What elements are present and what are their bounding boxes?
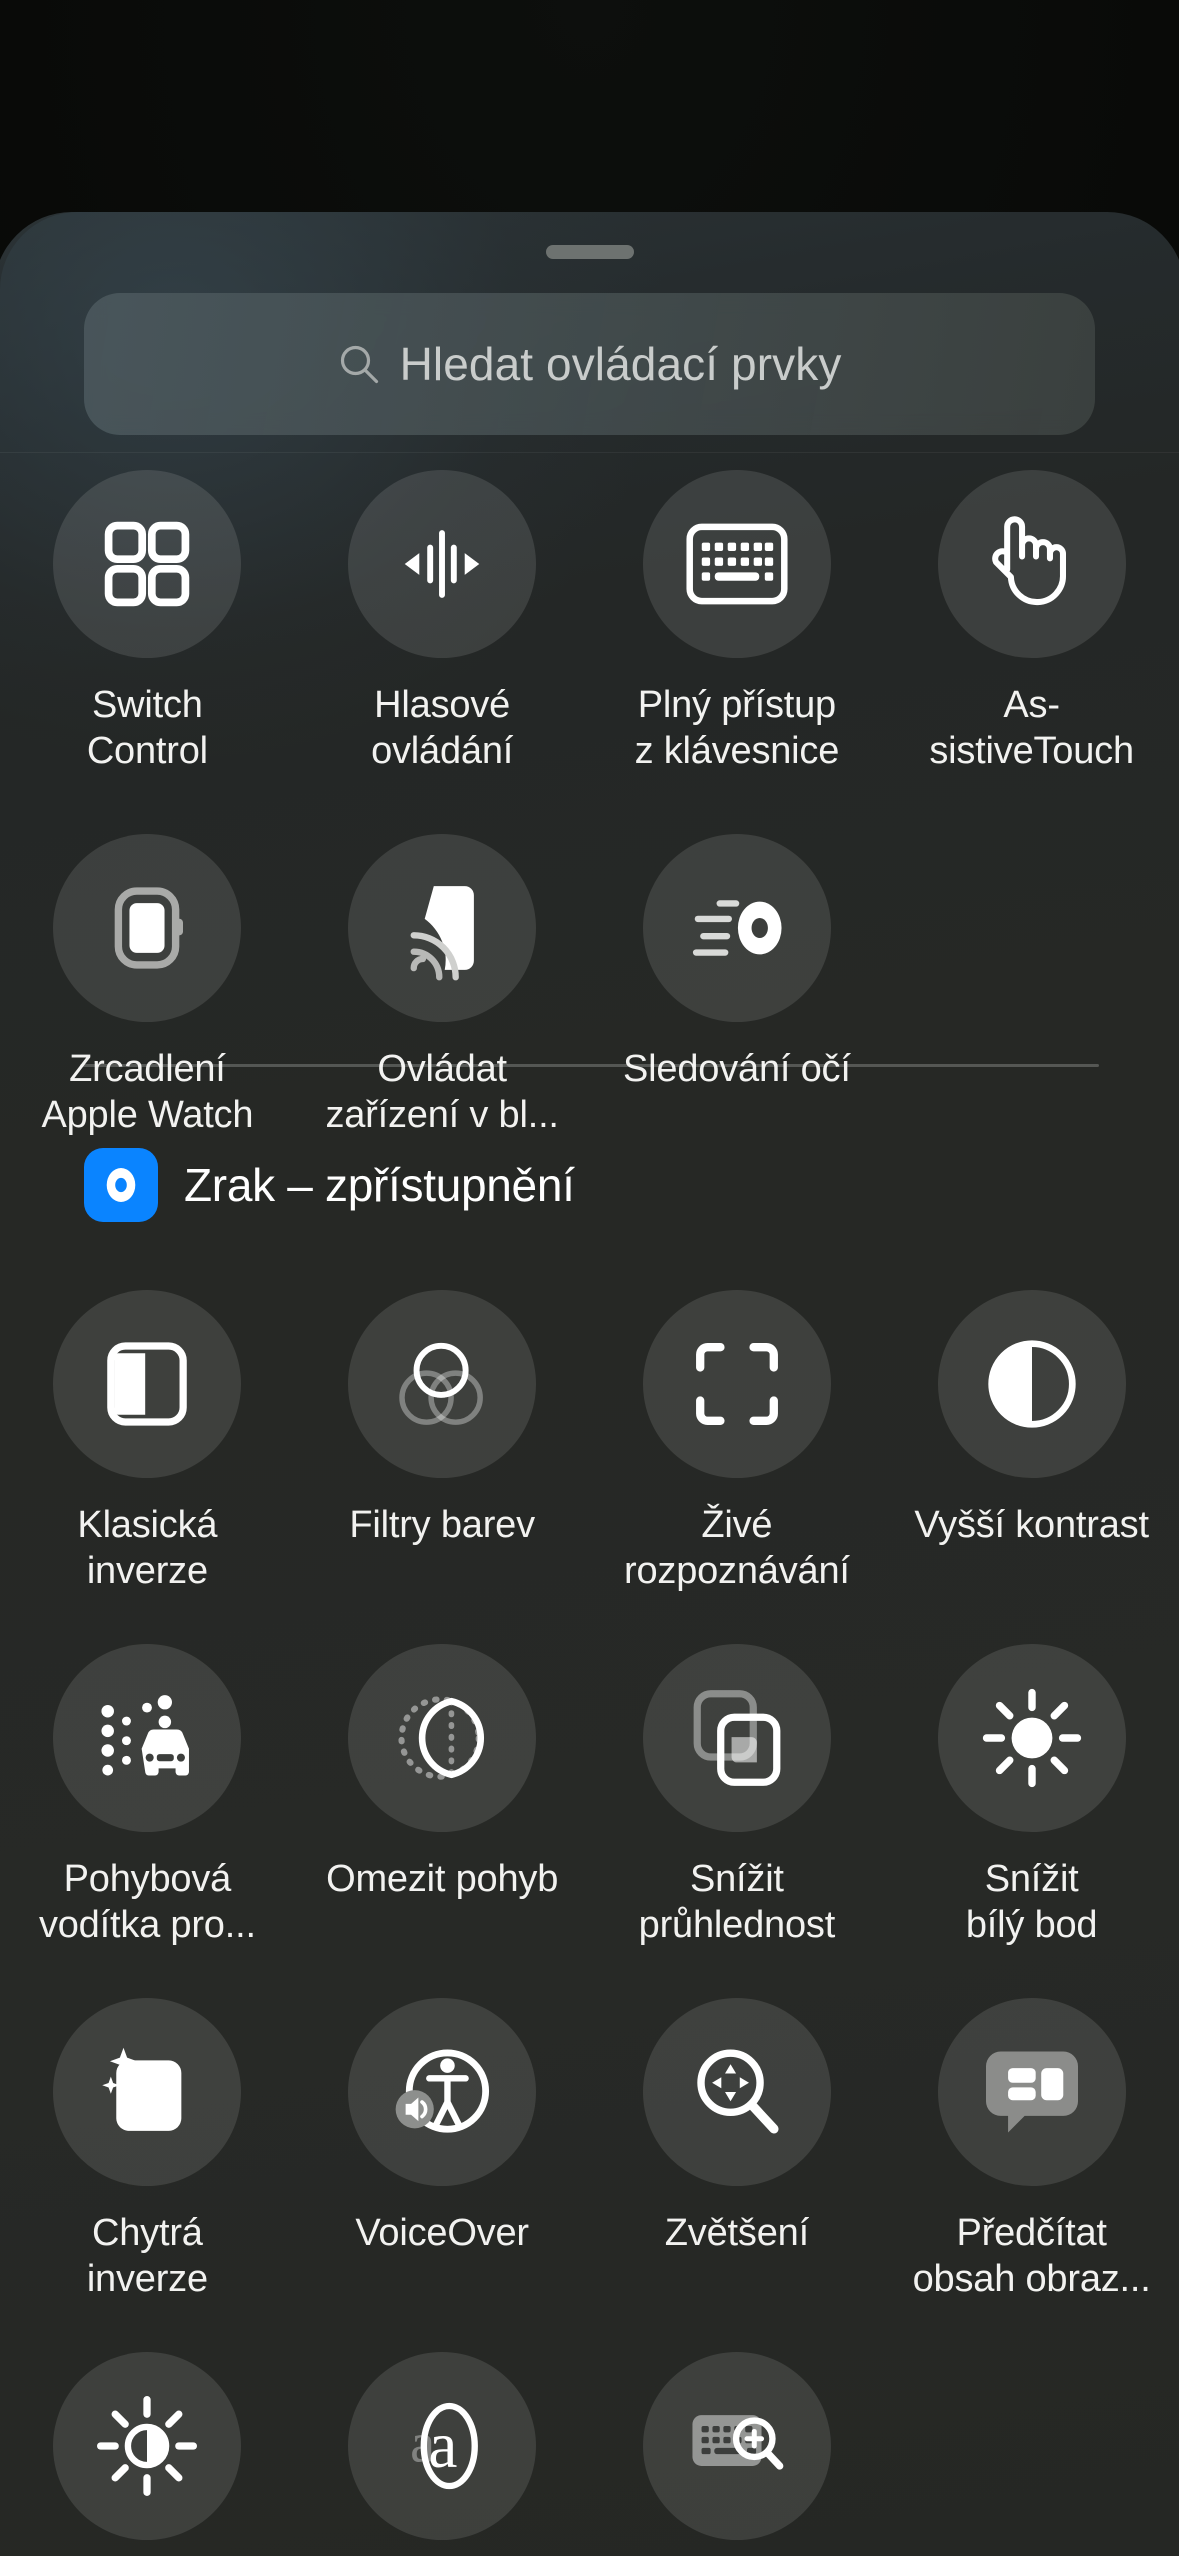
speak-screen-button[interactable] (938, 1998, 1126, 2186)
dim-flashing-lights-button[interactable] (53, 2352, 241, 2540)
full-keyboard-access-icon (686, 523, 788, 605)
tile-color-filters[interactable]: Filtry barev (312, 1290, 572, 1594)
hover-text-button[interactable]: a a (348, 2352, 536, 2540)
section-divider (80, 1064, 1099, 1067)
tile-speak-screen[interactable]: Předčítat obsah obraz... (902, 1998, 1162, 2302)
tile-control-nearby-devices[interactable]: Ovládat zařízení v bl... (312, 834, 572, 1138)
zoom-magnifier-button[interactable] (643, 1998, 831, 2186)
eye-tracking-button[interactable] (643, 834, 831, 1022)
tile-reduce-motion[interactable]: Omezit pohyb (312, 1644, 572, 1948)
tile-label: Filtry barev (349, 1502, 535, 1548)
tile-live-recognition[interactable]: Živé rozpoznávání (607, 1290, 867, 1594)
vision-section-title: Zrak – zpřístupnění (184, 1158, 575, 1212)
sheet-grabber-handle[interactable] (546, 245, 634, 259)
tile-hover-text[interactable]: a a Text při podržení (312, 2352, 572, 2556)
tile-label: Switch Control (87, 682, 208, 774)
dim-flashing-lights-icon (97, 2396, 197, 2496)
speak-screen-icon (984, 2046, 1080, 2138)
tile-label: Omezit pohyb (326, 1856, 558, 1902)
tile-dim-flashing-lights[interactable]: Ztlumení blikajících s... (17, 2352, 277, 2556)
tile-label: Sledování očí (623, 1046, 851, 1092)
tile-apple-watch-mirroring[interactable]: Zrcadlení Apple Watch (17, 834, 277, 1138)
assistive-touch-button[interactable] (938, 470, 1126, 658)
smart-invert-icon (100, 2042, 194, 2142)
control-nearby-devices-icon (401, 880, 483, 976)
vehicle-motion-cues-button[interactable] (53, 1644, 241, 1832)
increase-contrast-icon (984, 1336, 1080, 1432)
interaction-controls-grid: Switch Control Hlasové ovládání (0, 470, 1179, 1138)
tile-label: Živé rozpoznávání (624, 1502, 850, 1594)
vision-controls-grid: Klasická inverze Filtry barev (0, 1290, 1179, 2556)
search-section-divider (0, 452, 1179, 453)
tile-eye-tracking[interactable]: Sledování očí (607, 834, 867, 1138)
hover-typing-button[interactable] (643, 2352, 831, 2540)
tile-label: Vyšší kontrast (914, 1502, 1148, 1548)
apple-watch-mirroring-icon (107, 880, 187, 976)
search-placeholder-text: Hledat ovládací prvky (400, 337, 842, 391)
tile-label: VoiceOver (355, 2210, 529, 2256)
classic-invert-icon (105, 1337, 189, 1431)
voice-control-button[interactable] (348, 470, 536, 658)
increase-contrast-button[interactable] (938, 1290, 1126, 1478)
voiceover-icon (391, 2042, 493, 2142)
control-center-accessibility-screen: Hledat ovládací prvky Switch Control (0, 0, 1179, 2556)
tile-label: Klasická inverze (77, 1502, 217, 1594)
svg-text:a: a (428, 2410, 457, 2482)
tile-zoom[interactable]: Zvětšení (607, 1998, 867, 2302)
tile-voiceover[interactable]: VoiceOver (312, 1998, 572, 2302)
switch-control-icon (99, 516, 195, 612)
eye-tracking-icon (687, 888, 787, 968)
reduce-motion-button[interactable] (348, 1644, 536, 1832)
tile-hover-typing[interactable]: Psaní při podržení (607, 2352, 867, 2556)
assistive-touch-icon (989, 512, 1075, 616)
tile-increase-contrast[interactable]: Vyšší kontrast (902, 1290, 1162, 1594)
voice-control-icon (392, 518, 492, 610)
tile-label: Chytrá inverze (87, 2210, 208, 2302)
tile-classic-invert[interactable]: Klasická inverze (17, 1290, 277, 1594)
vision-eye-icon (84, 1148, 158, 1222)
tile-label: Hlasové ovládání (371, 682, 513, 774)
tile-smart-invert[interactable]: Chytrá inverze (17, 1998, 277, 2302)
tile-reduce-white-point[interactable]: Snížit bílý bod (902, 1644, 1162, 1948)
classic-invert-button[interactable] (53, 1290, 241, 1478)
tile-label: Zrcadlení Apple Watch (41, 1046, 253, 1138)
color-filters-button[interactable] (348, 1290, 536, 1478)
hover-text-icon: a a (392, 2396, 492, 2496)
reduce-white-point-button[interactable] (938, 1644, 1126, 1832)
tile-vehicle-motion-cues[interactable]: Pohybová vodítka pro... (17, 1644, 277, 1948)
full-keyboard-access-button[interactable] (643, 470, 831, 658)
tile-label: Předčítat obsah obraz... (913, 2210, 1151, 2302)
search-input[interactable]: Hledat ovládací prvky (84, 293, 1095, 435)
reduce-motion-icon (393, 1689, 491, 1787)
tile-reduce-transparency[interactable]: Snížit průhlednost (607, 1644, 867, 1948)
search-icon (338, 343, 380, 385)
apple-watch-mirroring-button[interactable] (53, 834, 241, 1022)
reduce-white-point-icon (981, 1687, 1083, 1789)
voiceover-button[interactable] (348, 1998, 536, 2186)
reduce-transparency-button[interactable] (643, 1644, 831, 1832)
live-recognition-icon (691, 1338, 783, 1430)
tile-voice-control[interactable]: Hlasové ovládání (312, 470, 572, 774)
zoom-magnifier-icon (689, 2044, 785, 2140)
reduce-transparency-icon (690, 1688, 784, 1788)
tile-label: Snížit průhlednost (639, 1856, 835, 1948)
tile-assistive-touch[interactable]: As- sistiveTouch (902, 470, 1162, 774)
tile-label: Snížit bílý bod (966, 1856, 1098, 1948)
smart-invert-button[interactable] (53, 1998, 241, 2186)
tile-full-keyboard-access[interactable]: Plný přístup z klávesnice (607, 470, 867, 774)
tile-label: Zvětšení (665, 2210, 809, 2256)
color-filters-icon (392, 1334, 492, 1434)
tile-label: Pohybová vodítka pro... (39, 1856, 256, 1948)
tile-label: As- sistiveTouch (929, 682, 1134, 774)
control-nearby-devices-button[interactable] (348, 834, 536, 1022)
hover-typing-icon (687, 2404, 787, 2488)
switch-control-button[interactable] (53, 470, 241, 658)
live-recognition-button[interactable] (643, 1290, 831, 1478)
tile-label: Plný přístup z klávesnice (635, 682, 840, 774)
tile-label: Ovládat zařízení v bl... (325, 1046, 558, 1138)
tile-switch-control[interactable]: Switch Control (17, 470, 277, 774)
vision-section-header: Zrak – zpřístupnění (84, 1148, 575, 1222)
vehicle-motion-cues-icon (97, 1693, 197, 1783)
